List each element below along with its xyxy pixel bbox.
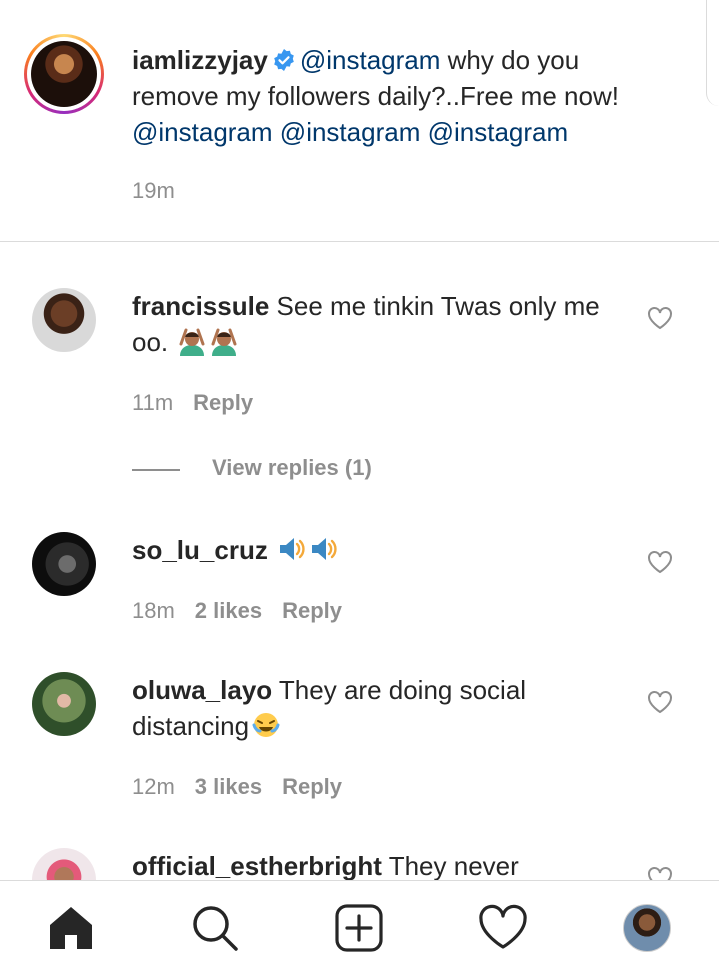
likes-count-link[interactable]: 2 likes [195,598,262,623]
nav-search-button[interactable] [190,903,240,953]
view-replies-label[interactable]: View replies (1) [212,455,372,481]
commenter-username[interactable]: francissule [132,291,269,321]
mention-link[interactable]: @instagram [300,45,441,75]
likes-count-link[interactable]: 3 likes [195,774,262,799]
comment-meta: 18m 2 likes Reply [132,598,362,624]
verified-badge-icon [274,49,294,71]
nav-activity-button[interactable] [478,903,528,953]
reply-button[interactable]: Reply [282,598,342,623]
comment-timestamp: 12m [132,774,175,799]
comment-text: so_lu_cruz [132,532,602,568]
post-caption: iamlizzyjay @instagram why do you remove… [0,0,719,242]
commenter-username[interactable]: official_estherbright [132,851,382,881]
nav-home-button[interactable] [46,903,96,953]
nav-profile-button[interactable] [622,903,672,953]
mention-link[interactable]: @instagram [132,117,273,147]
comment-timestamp: 18m [132,598,175,623]
mention-link[interactable]: @instagram [280,117,421,147]
comment-body: They never [388,851,519,881]
mention-link[interactable]: @instagram [428,117,569,147]
caption-username[interactable]: iamlizzyjay [132,45,268,75]
caption-text: iamlizzyjay @instagram why do you remove… [132,42,672,150]
author-avatar-story-ring[interactable] [24,34,104,114]
speaker-high-volume-emoji-icon [280,538,305,560]
replies-divider-line [132,469,180,471]
caption-timestamp: 19m [132,178,175,203]
person-gesturing-ok-emoji-icon [211,328,237,356]
face-with-tears-of-joy-emoji-icon [252,713,280,737]
search-icon [193,906,238,951]
activity-heart-icon [479,904,527,949]
comment-meta: 12m 3 likes Reply [132,774,362,800]
profile-avatar [623,904,671,952]
speaker-high-volume-emoji-icon [312,538,337,560]
reply-button[interactable]: Reply [193,390,253,415]
reply-button[interactable]: Reply [282,774,342,799]
like-comment-heart-icon[interactable] [647,550,673,574]
commenter-username[interactable]: so_lu_cruz [132,535,268,565]
person-gesturing-ok-emoji-icon [179,328,205,356]
like-comment-heart-icon[interactable] [647,690,673,714]
commenter-avatar[interactable] [32,672,96,736]
comment-text: francissule See me tinkin Twas only me o… [132,288,602,360]
comment-meta: 11m Reply [132,390,273,416]
home-icon [50,907,92,949]
comment-text: official_estherbright They never [132,848,652,884]
like-comment-heart-icon[interactable] [647,306,673,330]
author-avatar[interactable] [31,41,97,107]
bottom-navigation-bar [0,880,719,957]
commenter-avatar[interactable] [32,532,96,596]
commenter-avatar[interactable] [32,288,96,352]
nav-new-post-button[interactable] [334,903,384,953]
comment-text: oluwa_layo They are doing social distanc… [132,672,602,744]
commenter-username[interactable]: oluwa_layo [132,675,272,705]
new-post-icon [335,904,383,952]
comment-timestamp: 11m [132,390,174,415]
